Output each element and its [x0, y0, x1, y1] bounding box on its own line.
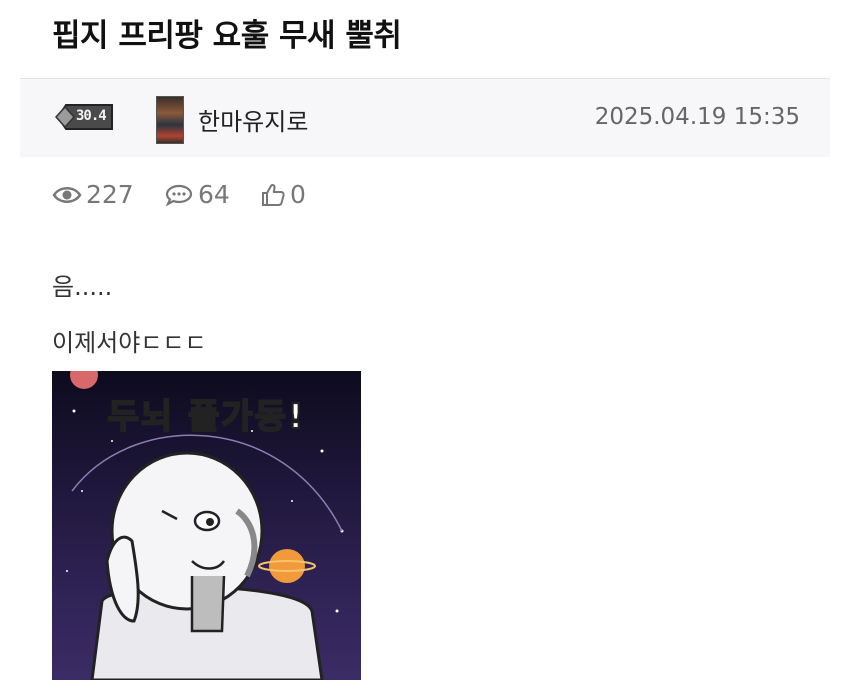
comment-count[interactable]: 64: [164, 180, 230, 209]
view-count-value: 227: [86, 180, 134, 209]
post-meta-bar: 30.4 한마유지로 2025.04.19 15:35: [20, 78, 830, 157]
image-caption: 두뇌 풀가동!: [107, 396, 306, 438]
like-count-value: 0: [290, 180, 306, 209]
comment-count-value: 64: [198, 180, 230, 209]
level-badge: 30.4: [54, 101, 116, 133]
post-image: 두뇌 풀가동!: [52, 371, 361, 680]
thumbs-up-icon: [262, 183, 285, 206]
post-title: 핍지 프리팡 요훌 무새 뿔취: [52, 18, 402, 54]
body-line: 음.....: [52, 273, 113, 301]
comment-icon: [165, 184, 193, 207]
author-name[interactable]: 한마유지로: [198, 102, 308, 137]
avatar[interactable]: [156, 96, 184, 144]
level-number: 30.4: [76, 108, 107, 124]
like-count[interactable]: 0: [260, 180, 306, 209]
body-line: 이제서야ㄷㄷㄷ: [52, 329, 207, 357]
view-count: 227: [52, 180, 134, 209]
post-date: 2025.04.19 15:35: [594, 104, 800, 130]
eye-icon: [52, 186, 82, 203]
